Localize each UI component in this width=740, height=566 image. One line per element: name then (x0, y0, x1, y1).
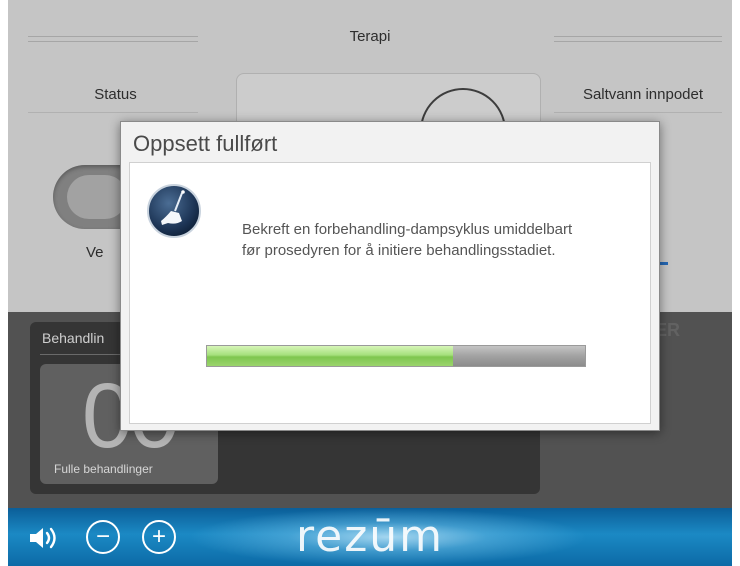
dialog-message: Bekreft en forbehandling-dampsyklus umid… (242, 221, 573, 259)
footer-bar: − + rezūm (8, 508, 732, 566)
setup-progress-bar (206, 345, 586, 367)
minus-icon: − (95, 523, 110, 550)
dialog-body: Bekreft en forbehandling-dampsyklus umid… (129, 162, 651, 424)
vapor-handpiece-icon (147, 184, 201, 238)
volume-up-button[interactable]: + (142, 520, 176, 554)
rezum-logo: rezūm (296, 511, 445, 562)
speaker-icon[interactable] (28, 524, 60, 552)
rezum-device-screen: Terapi Status Saltvann innpodet Ve Behan… (8, 0, 732, 566)
dialog-title: Oppsett fullført (133, 131, 278, 156)
plus-icon: + (151, 523, 166, 550)
setup-complete-dialog: Oppsett fullført Bekreft en forbehandlin… (120, 121, 660, 431)
setup-progress-fill (207, 346, 453, 366)
volume-down-button[interactable]: − (86, 520, 120, 554)
